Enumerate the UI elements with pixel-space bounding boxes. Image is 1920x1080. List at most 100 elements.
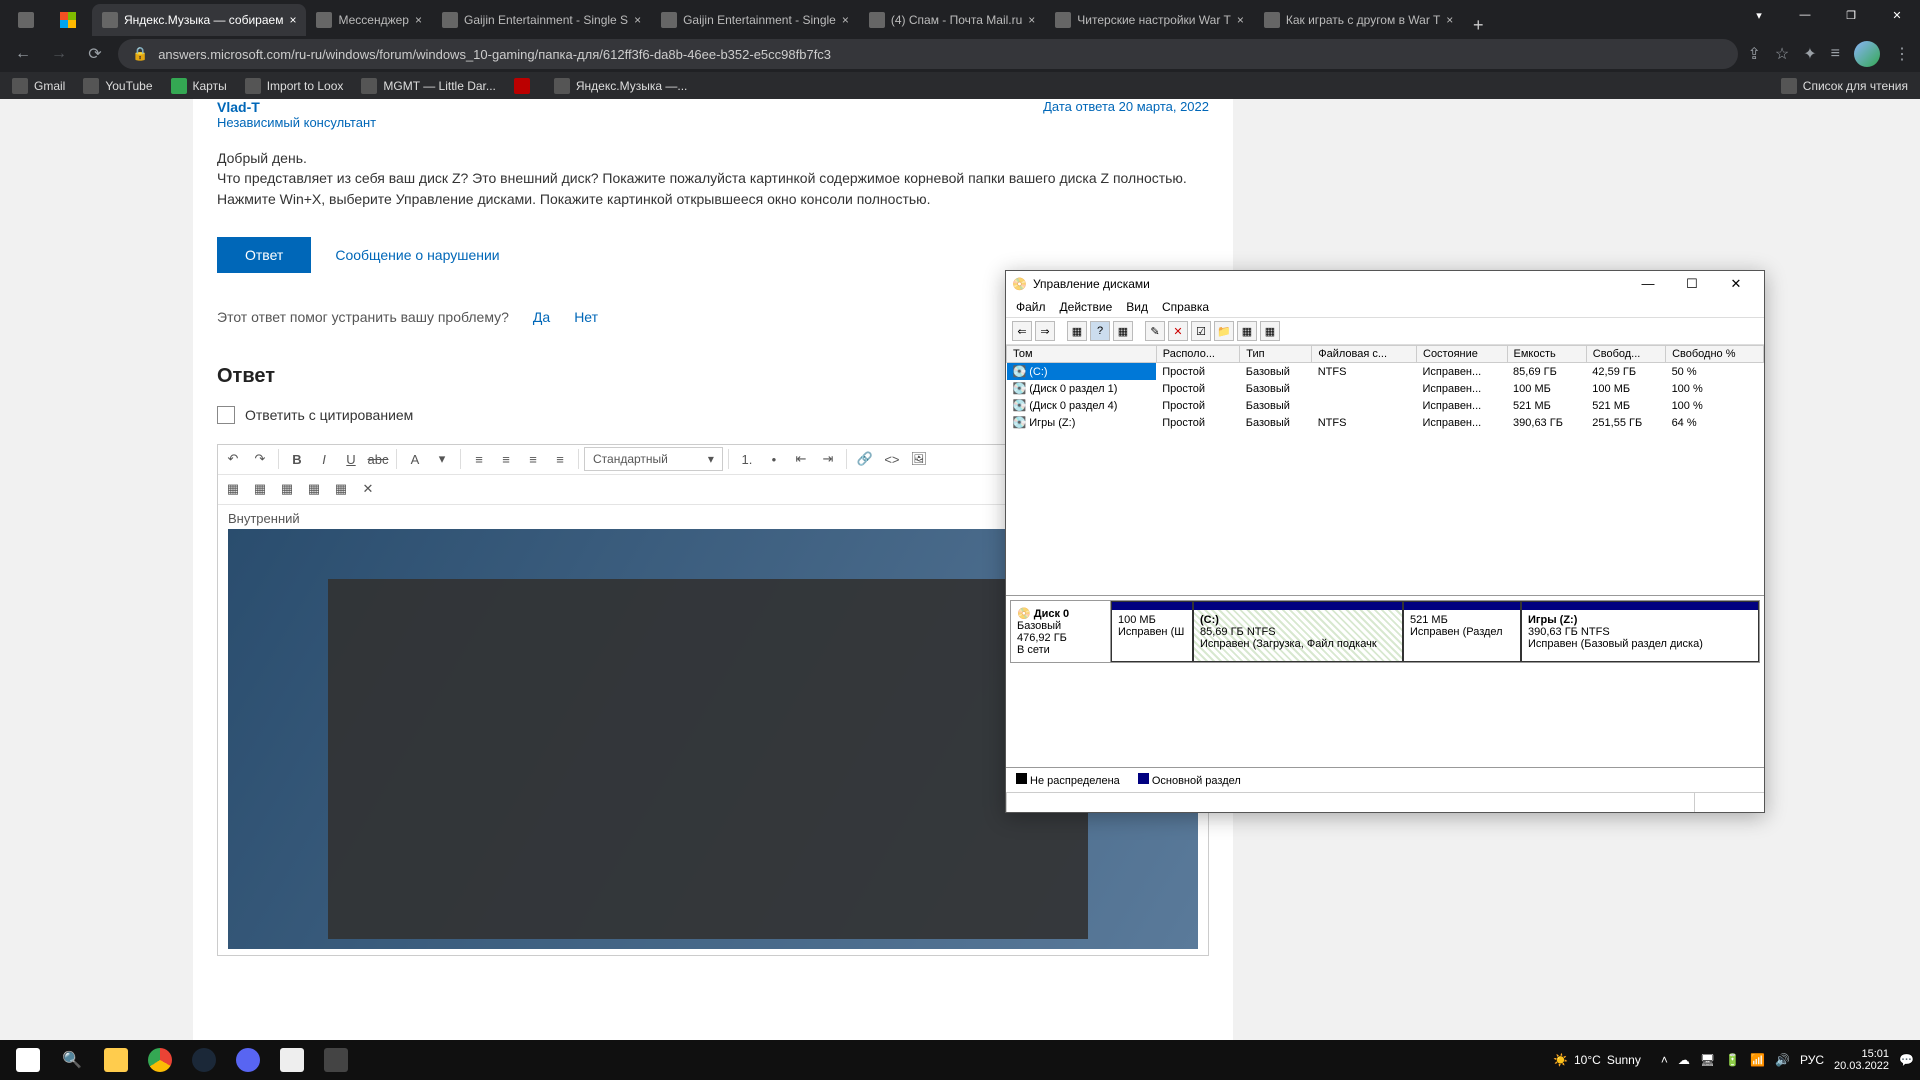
outdent-button[interactable]: ⇤ <box>788 446 814 472</box>
avatar[interactable] <box>1854 41 1880 67</box>
bookmark-item[interactable]: Import to Loox <box>245 78 344 94</box>
table-header[interactable]: Располо... <box>1156 346 1240 363</box>
chrome-min-icon[interactable]: ▾ <box>1736 0 1782 30</box>
bookmark-item[interactable]: Яндекс.Музыка —... <box>554 78 687 94</box>
paragraph-style-select[interactable]: Стандартный▾ <box>584 447 723 471</box>
share-icon[interactable]: ⇪ <box>1748 44 1761 64</box>
language-indicator[interactable]: РУС <box>1800 1053 1824 1067</box>
redo-button[interactable]: ↷ <box>247 446 273 472</box>
unordered-list-button[interactable]: • <box>761 446 787 472</box>
close-icon[interactable]: × <box>1237 13 1244 27</box>
align-center-button[interactable]: ≡ <box>493 446 519 472</box>
table-row[interactable]: 💽 (C:)ПростойБазовыйNTFSИсправен...85,69… <box>1007 363 1764 381</box>
menu-item[interactable]: Справка <box>1162 300 1209 314</box>
reading-list-button[interactable]: Список для чтения <box>1781 78 1908 94</box>
address-bar[interactable]: 🔒 answers.microsoft.com/ru-ru/windows/fo… <box>118 39 1738 69</box>
app-icon[interactable] <box>314 1040 358 1080</box>
link-button[interactable]: 🔗 <box>852 446 878 472</box>
tray-chevron-icon[interactable]: ˄ <box>1661 1053 1668 1067</box>
steam-icon[interactable] <box>182 1040 226 1080</box>
partition[interactable]: Игры (Z:)390,63 ГБ NTFSИсправен (Базовый… <box>1521 601 1759 662</box>
tab-item[interactable]: (4) Спам - Почта Mail.ru× <box>859 4 1045 36</box>
ordered-list-button[interactable]: 1. <box>734 446 760 472</box>
underline-button[interactable]: U <box>338 446 364 472</box>
toolbar-icon[interactable]: ▦ <box>1067 321 1087 341</box>
report-abuse-link[interactable]: Сообщение о нарушении <box>335 247 499 263</box>
close-icon[interactable]: × <box>634 13 641 27</box>
close-icon[interactable]: × <box>1446 13 1453 27</box>
clear-format-button[interactable]: ✕ <box>355 476 381 502</box>
quote-checkbox[interactable] <box>217 406 235 424</box>
bookmark-item[interactable]: YouTube <box>83 78 152 94</box>
tab-item[interactable]: Как играть с другом в War T× <box>1254 4 1463 36</box>
table-row[interactable]: 💽 (Диск 0 раздел 1)ПростойБазовыйИсправе… <box>1007 380 1764 397</box>
italic-button[interactable]: I <box>311 446 337 472</box>
window-minimize-icon[interactable]: — <box>1626 276 1670 292</box>
tray-icon[interactable]: 🖥 <box>1700 1053 1715 1067</box>
extensions-icon[interactable]: ✦ <box>1803 44 1816 64</box>
bookmark-item[interactable]: Карты <box>171 78 227 94</box>
font-color-button[interactable]: A <box>402 446 428 472</box>
back-button[interactable]: ← <box>10 45 36 63</box>
forward-icon[interactable]: ⇒ <box>1035 321 1055 341</box>
table-header[interactable]: Состояние <box>1417 346 1508 363</box>
table-header[interactable]: Тип <box>1240 346 1312 363</box>
menu-item[interactable]: Действие <box>1060 300 1113 314</box>
bookmark-item[interactable] <box>514 78 536 94</box>
table-header[interactable]: Файловая с... <box>1312 346 1417 363</box>
strike-button[interactable]: abc <box>365 446 391 472</box>
partition[interactable]: 100 МБИсправен (Ш <box>1111 601 1193 662</box>
toolbar-icon[interactable]: 📁 <box>1214 321 1234 341</box>
close-icon[interactable]: × <box>289 13 296 27</box>
close-icon[interactable]: × <box>1028 13 1035 27</box>
partition[interactable]: (C:)85,69 ГБ NTFSИсправен (Загрузка, Фай… <box>1193 601 1403 662</box>
partition[interactable]: 521 МБИсправен (Раздел <box>1403 601 1521 662</box>
tab-item[interactable]: Читерские настройки War T× <box>1045 4 1254 36</box>
toolbar-icon[interactable]: ☑ <box>1191 321 1211 341</box>
help-icon[interactable]: ? <box>1090 321 1110 341</box>
tab-item[interactable] <box>50 4 92 36</box>
helpful-no[interactable]: Нет <box>574 309 598 325</box>
wifi-icon[interactable]: 📶 <box>1750 1053 1765 1067</box>
notifications-icon[interactable]: 💬 <box>1899 1053 1914 1067</box>
toolbar-icon[interactable]: ▦ <box>1260 321 1280 341</box>
clock[interactable]: 15:01 20.03.2022 <box>1834 1048 1889 1072</box>
chrome-menu-icon[interactable]: ⋮ <box>1894 44 1910 64</box>
close-icon[interactable]: × <box>842 13 849 27</box>
back-icon[interactable]: ⇐ <box>1012 321 1032 341</box>
indent-button[interactable]: ⇥ <box>815 446 841 472</box>
table-header[interactable]: Емкость <box>1507 346 1586 363</box>
tab-item[interactable]: Мессенджер× <box>306 4 432 36</box>
table-row-button[interactable]: ▦ <box>247 476 273 502</box>
forward-button[interactable]: → <box>46 45 72 63</box>
weather-widget[interactable]: ☀️ 10°C Sunny <box>1553 1053 1641 1067</box>
tray-icon[interactable]: 🔋 <box>1725 1053 1740 1067</box>
start-button[interactable] <box>6 1040 50 1080</box>
window-close-icon[interactable]: ✕ <box>1714 276 1758 292</box>
reply-button[interactable]: Ответ <box>217 237 311 273</box>
undo-button[interactable]: ↶ <box>220 446 246 472</box>
volume-table[interactable]: ТомРасполо...ТипФайловая с...СостояниеЕм… <box>1006 345 1764 431</box>
discord-icon[interactable] <box>226 1040 270 1080</box>
menu-item[interactable]: Вид <box>1126 300 1148 314</box>
volume-icon[interactable]: 🔊 <box>1775 1053 1790 1067</box>
disk-label[interactable]: 📀 Диск 0 Базовый 476,92 ГБ В сети <box>1011 601 1111 662</box>
align-right-button[interactable]: ≡ <box>520 446 546 472</box>
menu-item[interactable]: Файл <box>1016 300 1046 314</box>
table-col-button[interactable]: ▦ <box>274 476 300 502</box>
table-del-button[interactable]: ▦ <box>301 476 327 502</box>
onedrive-icon[interactable]: ☁ <box>1678 1053 1690 1067</box>
tab-item[interactable]: Яндекс.Музыка — собираем× <box>92 4 306 36</box>
paint-icon[interactable] <box>270 1040 314 1080</box>
toolbar-icon[interactable]: ▦ <box>1113 321 1133 341</box>
author-name[interactable]: Vlad-T <box>217 99 376 115</box>
search-button[interactable]: 🔍 <box>50 1040 94 1080</box>
image-button[interactable]: 🖼 <box>906 446 932 472</box>
bold-button[interactable]: B <box>284 446 310 472</box>
bookmark-star-icon[interactable]: ☆ <box>1775 44 1789 64</box>
table-header[interactable]: Том <box>1007 346 1157 363</box>
window-minimize-icon[interactable]: — <box>1782 0 1828 30</box>
table-row[interactable]: 💽 (Диск 0 раздел 4)ПростойБазовыйИсправе… <box>1007 397 1764 414</box>
toolbar-icon[interactable]: ✎ <box>1145 321 1165 341</box>
file-explorer-icon[interactable] <box>94 1040 138 1080</box>
